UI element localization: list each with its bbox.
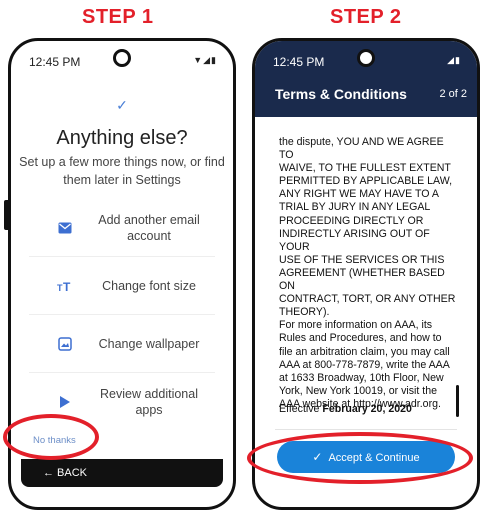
terms-line: Rules and Procedures, and how to	[279, 332, 442, 345]
option-label: Review additional apps	[100, 387, 198, 417]
effective-date: Effective February 20, 2020	[279, 403, 412, 415]
terms-line: TRIAL BY JURY IN ANY LEGAL	[279, 201, 431, 214]
page-subtitle: Set up a few more things now, or find th…	[19, 155, 225, 187]
option-change-font-size[interactable]: TT Change font size	[29, 257, 215, 315]
page-title: Terms & Conditions	[275, 86, 407, 102]
play-store-icon	[57, 394, 73, 410]
highlight-no-thanks	[3, 414, 99, 460]
wallpaper-icon	[57, 336, 73, 352]
terms-line: For more information on AAA, its	[279, 319, 433, 332]
terms-line: THEORY).	[279, 306, 330, 319]
email-icon	[57, 220, 73, 236]
highlight-accept	[247, 432, 473, 484]
page-indicator: 2 of 2	[439, 88, 467, 100]
scrollbar[interactable]	[456, 385, 459, 417]
signal-battery-icon: ▼◢▮	[193, 55, 217, 65]
page-title: Anything else?	[56, 127, 188, 149]
status-time: 12:45 PM	[273, 55, 325, 69]
divider	[275, 429, 457, 430]
checkmark-icon: ✓	[116, 97, 128, 113]
terms-line: AAA at 800-778-7879, write the AAA	[279, 358, 450, 371]
back-button[interactable]: ← BACK	[21, 459, 223, 487]
terms-line: CONTRACT, TORT, OR ANY OTHER	[279, 293, 456, 306]
terms-line: WAIVE, TO THE FULLEST EXTENT	[279, 162, 451, 175]
step-2-label: STEP 2	[330, 6, 402, 28]
terms-line: file an arbitration claim, you may call	[279, 345, 450, 358]
option-label: Add another email account	[98, 212, 200, 243]
camera-icon	[113, 49, 131, 67]
terms-line: at 1633 Broadway, 10th Floor, New	[279, 371, 444, 384]
terms-line: PERMITTED BY APPLICABLE LAW,	[279, 175, 453, 188]
terms-text: the dispute, YOU AND WE AGREE TO WAIVE, T…	[279, 136, 459, 411]
camera-icon	[357, 49, 375, 67]
option-label: Change wallpaper	[98, 336, 200, 351]
effective-date-value: February 20, 2020	[322, 403, 412, 415]
signal-battery-icon: ◢▮	[447, 55, 461, 65]
terms-line: PROCEEDING DIRECTLY OR	[279, 214, 424, 227]
svg-text:T: T	[63, 280, 71, 292]
option-label: Change font size	[102, 278, 196, 293]
step-1-label: STEP 1	[82, 6, 154, 28]
terms-line: AGREEMENT (WHETHER BASED ON	[279, 266, 445, 293]
terms-line: ANY RIGHT WE MAY HAVE TO A	[279, 188, 439, 201]
font-size-icon: TT	[57, 278, 73, 294]
terms-line: USE OF THE SERVICES OR THIS	[279, 253, 445, 266]
option-change-wallpaper[interactable]: Change wallpaper	[29, 315, 215, 373]
option-add-email[interactable]: Add another email account	[29, 199, 215, 257]
terms-line: the dispute, YOU AND WE AGREE TO	[279, 136, 444, 162]
terms-line: INDIRECTLY ARISING OUT OF YOUR	[279, 227, 430, 253]
status-time: 12:45 PM	[29, 55, 81, 69]
terms-line: York, New York 10019, or visit the	[279, 384, 438, 397]
effective-label: Effective	[279, 403, 320, 415]
